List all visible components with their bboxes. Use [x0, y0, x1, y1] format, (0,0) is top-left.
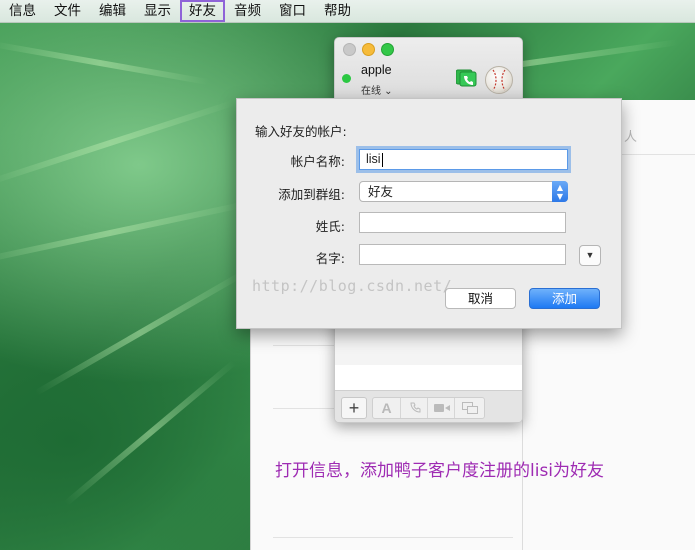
group-select[interactable]: 好友 ▲ ▼: [359, 181, 568, 202]
account-name-value: lisi: [366, 152, 381, 166]
grass-blade: [63, 359, 237, 507]
menu-buddies[interactable]: 好友: [180, 0, 225, 22]
select-arrows-icon: ▲ ▼: [552, 181, 568, 202]
video-icon[interactable]: [427, 398, 455, 418]
last-name-field[interactable]: [359, 212, 566, 233]
first-name-label: 名字:: [315, 251, 345, 266]
font-icon[interactable]: A: [373, 398, 400, 418]
grass-blade: [0, 200, 248, 266]
zoom-button[interactable]: [381, 43, 394, 56]
minimize-button[interactable]: [362, 43, 375, 56]
caption-annotation: 打开信息，添加鸭子客户度注册的lisi为好友: [275, 461, 605, 481]
account-status-menu[interactable]: 在线 ⌄: [361, 82, 393, 97]
menu-help[interactable]: 帮助: [315, 0, 360, 22]
conversation-list-area: [335, 365, 522, 390]
menu-bar: 信息 文件 编辑 显示 好友 音频 窗口 帮助: [0, 0, 695, 23]
grass-blade: [0, 99, 235, 187]
text-caret: [381, 152, 383, 167]
user-avatar[interactable]: [485, 66, 513, 94]
action-button-group: A: [372, 397, 485, 419]
last-name-label: 姓氏:: [315, 219, 345, 234]
add-button[interactable]: 添加: [529, 288, 600, 309]
online-status-icon: [342, 74, 351, 83]
menu-view[interactable]: 显示: [135, 0, 180, 22]
divider: [273, 537, 513, 538]
menu-window[interactable]: 窗口: [270, 0, 315, 22]
account-name-field[interactable]: lisi: [359, 149, 568, 170]
account-name-label: 帐户名称:: [290, 154, 345, 169]
phone-icon[interactable]: [400, 398, 428, 418]
facetime-icon[interactable]: [456, 68, 480, 88]
menu-messages[interactable]: 信息: [0, 0, 45, 22]
watermark: http://blog.csdn.net/: [252, 277, 453, 295]
close-button[interactable]: [343, 43, 356, 56]
account-name: apple: [361, 63, 392, 77]
baseball-icon: [492, 69, 506, 91]
window-titlebar: apple 在线 ⌄: [335, 38, 522, 101]
grass-blade: [0, 40, 209, 86]
message-toolbar: + A: [335, 390, 522, 422]
chevron-down-icon[interactable]: ▼: [579, 245, 601, 266]
menu-audio[interactable]: 音频: [225, 0, 270, 22]
group-label: 添加到群组:: [278, 187, 345, 202]
menu-edit[interactable]: 编辑: [90, 0, 135, 22]
background-text: 人: [624, 130, 638, 145]
new-message-button[interactable]: +: [341, 397, 367, 419]
screen-share-icon[interactable]: [454, 398, 484, 418]
dialog-title: 输入好友的帐户:: [255, 124, 347, 139]
menu-file[interactable]: 文件: [45, 0, 90, 22]
cancel-button[interactable]: 取消: [445, 288, 516, 309]
first-name-field[interactable]: [359, 244, 566, 265]
group-select-value: 好友: [368, 184, 394, 199]
